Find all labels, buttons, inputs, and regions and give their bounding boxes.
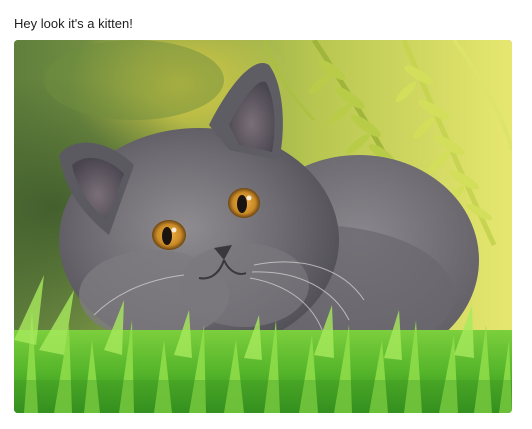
chat-message: Hey look it's a kitten! <box>0 0 532 429</box>
kitten-photo[interactable] <box>14 40 512 413</box>
kitten-photo-illustration <box>14 40 512 413</box>
message-text: Hey look it's a kitten! <box>14 16 133 31</box>
